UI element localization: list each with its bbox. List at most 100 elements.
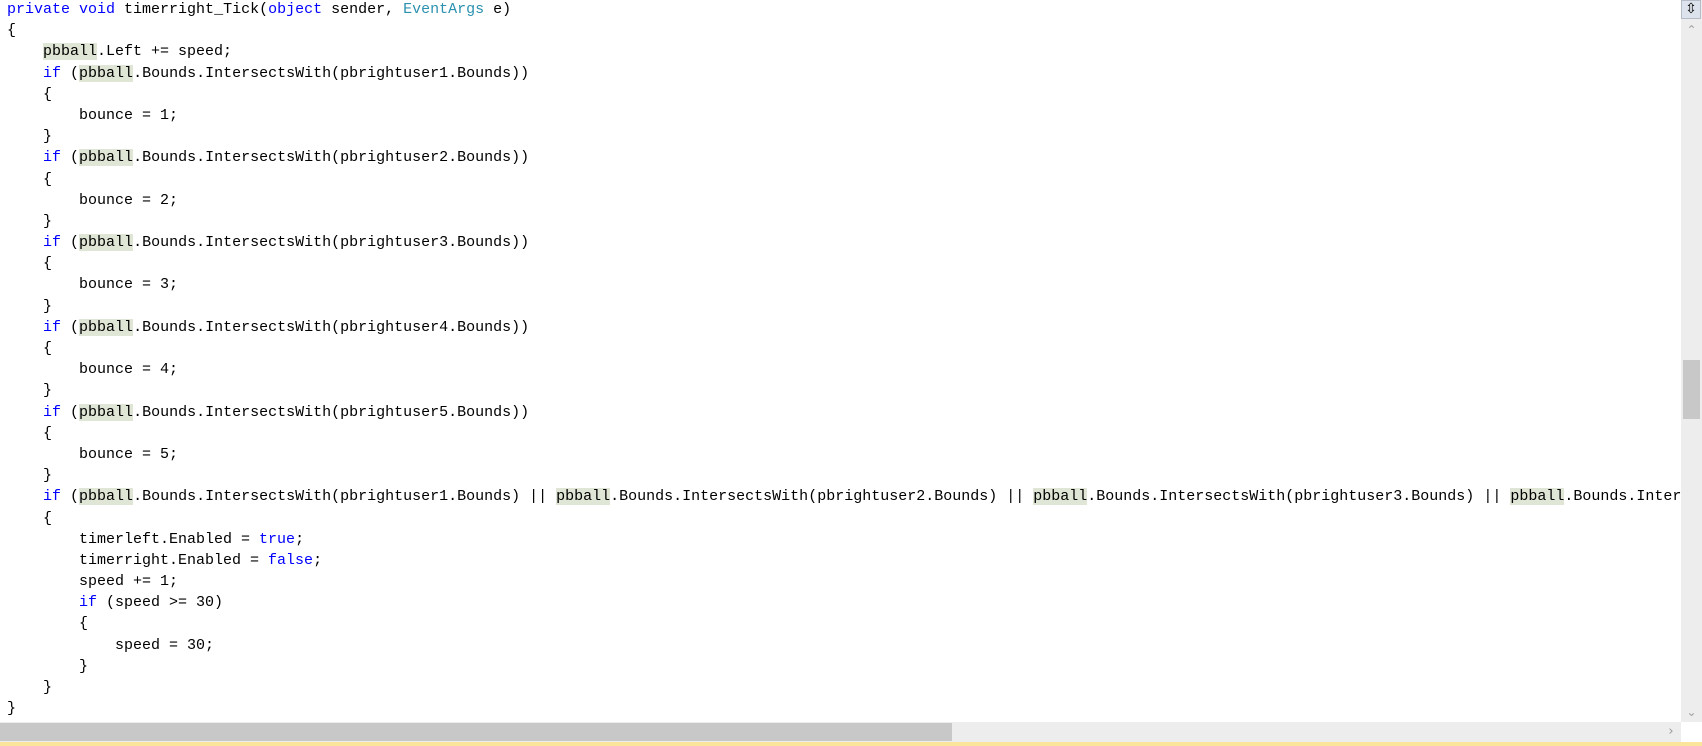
- code-token: bounce = 2;: [7, 191, 179, 209]
- keyword-token: void: [79, 1, 116, 18]
- code-token: (: [61, 149, 80, 167]
- code-line: private void timerright_Tick(object send…: [7, 0, 1681, 20]
- code-token: ;: [295, 530, 305, 548]
- code-line: pbball.Left += speed;: [7, 41, 1681, 62]
- scroll-up-icon[interactable]: ⌃: [1681, 20, 1702, 40]
- code-line: {: [7, 253, 1681, 274]
- code-token: bounce = 4;: [7, 361, 179, 379]
- highlighted-reference: pbball: [79, 488, 134, 506]
- code-token: (: [61, 234, 80, 252]
- code-token: (: [61, 64, 80, 82]
- highlighted-reference: pbball: [556, 488, 611, 506]
- code-line: if (pbball.Bounds.IntersectsWith(pbright…: [7, 486, 1681, 507]
- code-line: bounce = 1;: [7, 105, 1681, 126]
- code-line: {: [7, 613, 1681, 634]
- code-text[interactable]: private void timerright_Tick(object send…: [7, 0, 1681, 719]
- code-token: speed += 1;: [7, 573, 179, 591]
- scrollbar-corner: [1681, 722, 1702, 742]
- code-token: (: [61, 488, 80, 506]
- code-token: {: [7, 615, 89, 633]
- code-token: timerright_Tick(: [115, 1, 269, 18]
- code-line: }: [7, 126, 1681, 147]
- code-line: bounce = 4;: [7, 359, 1681, 380]
- scroll-right-icon[interactable]: ›: [1661, 722, 1681, 742]
- keyword-token: private: [7, 1, 71, 18]
- code-token: {: [7, 424, 53, 442]
- highlighted-reference: pbball: [79, 64, 134, 82]
- code-line: }: [7, 296, 1681, 317]
- code-token: {: [7, 170, 53, 188]
- code-token: .Left += speed;: [97, 43, 233, 61]
- code-token: (: [61, 403, 80, 421]
- code-token: {: [7, 255, 53, 273]
- keyword-token: if: [79, 594, 98, 612]
- code-line: bounce = 2;: [7, 190, 1681, 211]
- highlighted-reference: pbball: [1510, 488, 1565, 506]
- code-token: bounce = 3;: [7, 276, 179, 294]
- code-token: }: [7, 467, 53, 485]
- code-line: {: [7, 169, 1681, 190]
- code-token: (speed >= 30): [97, 594, 224, 612]
- keyword-token: if: [43, 318, 62, 336]
- keyword-token: false: [268, 551, 314, 569]
- code-line: bounce = 5;: [7, 444, 1681, 465]
- highlighted-reference: pbball: [79, 149, 134, 167]
- keyword-token: if: [43, 149, 62, 167]
- split-window-icon[interactable]: ⇳: [1681, 0, 1701, 19]
- code-line: if (pbball.Bounds.IntersectsWith(pbright…: [7, 63, 1681, 84]
- code-editor[interactable]: private void timerright_Tick(object send…: [0, 0, 1681, 722]
- code-line: if (pbball.Bounds.IntersectsWith(pbright…: [7, 147, 1681, 168]
- keyword-token: if: [43, 403, 62, 421]
- code-line: {: [7, 84, 1681, 105]
- vertical-scroll-thumb[interactable]: [1683, 360, 1700, 419]
- code-token: .Bounds.IntersectsWith(pbrightuser5.Boun…: [133, 403, 530, 421]
- code-line: speed = 30;: [7, 635, 1681, 656]
- code-token: {: [7, 22, 17, 40]
- scroll-down-icon[interactable]: ⌄: [1681, 702, 1702, 722]
- code-line: timerright.Enabled = false;: [7, 550, 1681, 571]
- status-bar: [0, 742, 1702, 746]
- code-token: {: [7, 509, 53, 527]
- vertical-scrollbar[interactable]: ⇳ ⌃ ⌄: [1681, 0, 1702, 722]
- code-line: }: [7, 656, 1681, 677]
- keyword-token: if: [43, 64, 62, 82]
- code-line: {: [7, 20, 1681, 41]
- code-line: if (pbball.Bounds.IntersectsWith(pbright…: [7, 232, 1681, 253]
- code-line: }: [7, 380, 1681, 401]
- keyword-token: if: [43, 488, 62, 506]
- code-token: (: [61, 318, 80, 336]
- keyword-token: if: [43, 234, 62, 252]
- horizontal-scrollbar[interactable]: ›: [0, 722, 1681, 742]
- code-token: speed = 30;: [7, 636, 215, 654]
- highlighted-reference: pbball: [1033, 488, 1088, 506]
- code-token: {: [7, 85, 53, 103]
- code-token: .Bounds.IntersectsWith(pbrightuser3.Boun…: [133, 234, 530, 252]
- code-line: speed += 1;: [7, 571, 1681, 592]
- code-token: }: [7, 212, 53, 230]
- code-token: {: [7, 340, 53, 357]
- code-line: bounce = 3;: [7, 274, 1681, 295]
- code-line: if (pbball.Bounds.IntersectsWith(pbright…: [7, 317, 1681, 338]
- horizontal-scroll-thumb[interactable]: [0, 723, 952, 741]
- code-token: .Bounds.IntersectsWith(pbrightuser3.Boun…: [1087, 488, 1511, 506]
- code-token: .Bounds.IntersectsWith(pbrightuser2.Boun…: [133, 149, 530, 167]
- code-token: }: [7, 700, 17, 718]
- code-token: timerleft.Enabled =: [7, 530, 260, 548]
- code-token: .Bounds.Inter: [1564, 488, 1681, 506]
- code-token: .Bounds.IntersectsWith(pbrightuser1.Boun…: [133, 488, 557, 506]
- code-token: e): [484, 1, 512, 18]
- highlighted-reference: pbball: [79, 403, 134, 421]
- code-line: }: [7, 698, 1681, 719]
- code-token: ;: [313, 551, 323, 569]
- code-token: }: [7, 128, 53, 146]
- code-token: .Bounds.IntersectsWith(pbrightuser1.Boun…: [133, 64, 530, 82]
- code-line: timerleft.Enabled = true;: [7, 529, 1681, 550]
- keyword-token: object: [268, 1, 323, 18]
